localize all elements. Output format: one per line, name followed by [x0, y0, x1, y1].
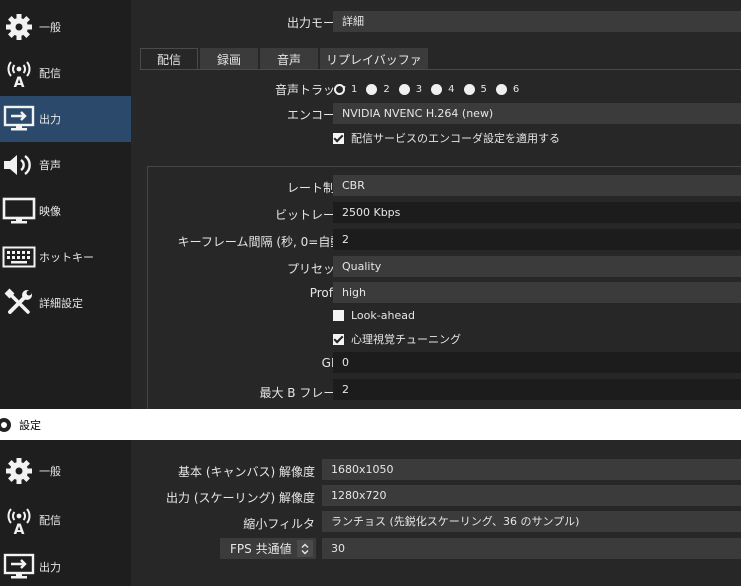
encoder-select[interactable]: NVIDIA NVENC H.264 (new) — [333, 103, 741, 124]
fps-type-label: FPS 共通値 — [230, 542, 292, 556]
sidebar-item-label: 出力 — [39, 113, 61, 126]
output-tabs: 配信 録画 音声 リプレイバッファ — [140, 48, 430, 70]
video-content: 基本 (キャンバス) 解像度 1680x1050 出力 (スケーリング) 解像度… — [133, 440, 741, 586]
obs-logo-icon — [0, 417, 11, 432]
output-settings-panel: 一般 A 配信 出力 音声 映像 ホットキー 詳細設定 出力モード 詳細 配信 … — [0, 0, 741, 409]
sidebar-item-general[interactable]: 一般 — [0, 4, 131, 50]
video-settings-panel: 一般 A 配信 出力 基本 (キャンバス) 解像度 1680x1050 出力 (… — [0, 440, 741, 586]
sidebar-item-general[interactable]: 一般 — [0, 448, 131, 494]
bitrate-spinbox[interactable]: 2500 Kbps — [333, 202, 741, 223]
tab-audio[interactable]: 音声 — [260, 48, 318, 70]
sidebar-item-label: 一般 — [39, 21, 61, 34]
sidebar-item-audio[interactable]: 音声 — [0, 142, 131, 188]
audio-track-4-radio[interactable]: 4 — [431, 83, 455, 95]
tab-divider — [140, 69, 741, 70]
keyboard-icon — [0, 237, 38, 277]
sidebar-item-output[interactable]: 出力 — [0, 544, 131, 586]
fps-type-select[interactable]: FPS 共通値 — [220, 538, 316, 559]
updown-arrows-icon — [297, 540, 313, 557]
sidebar-item-label: ホットキー — [39, 251, 94, 264]
sidebar-item-video[interactable]: 映像 — [0, 188, 131, 234]
fps-value-select[interactable]: 30 — [322, 538, 741, 559]
look-ahead-checkbox[interactable]: Look-ahead — [333, 309, 415, 322]
max-b-frames-spinbox[interactable]: 2 — [333, 379, 741, 400]
sidebar-item-advanced[interactable]: 詳細設定 — [0, 280, 131, 326]
window-title: 設定 — [19, 418, 41, 432]
downscale-filter-select[interactable]: ランチョス (先鋭化スケーリング、36 のサンプル) — [322, 511, 741, 532]
output-resolution-label: 出力 (スケーリング) 解像度 — [166, 491, 315, 505]
apply-service-settings-checkbox[interactable]: 配信サービスのエンコーダ設定を適用する — [333, 130, 560, 146]
svg-text:A: A — [14, 522, 25, 536]
monitor-icon — [0, 191, 38, 231]
audio-track-1-radio[interactable]: 1 — [334, 83, 357, 95]
window-title-bar: 設定 — [0, 409, 741, 440]
output-content: 出力モード 詳細 配信 録画 音声 リプレイバッファ 音声トラック 1 2 3 … — [133, 0, 741, 409]
gear-icon — [0, 7, 38, 47]
tools-icon — [0, 283, 38, 323]
base-resolution-select[interactable]: 1680x1050 — [322, 459, 741, 480]
gear-icon — [0, 451, 38, 491]
gpu-spinbox[interactable]: 0 — [333, 352, 741, 373]
speaker-icon — [0, 145, 38, 185]
broadcast-icon: A — [0, 53, 38, 93]
sidebar-item-label: 配信 — [39, 67, 61, 80]
checkbox-box — [333, 333, 344, 345]
keyframe-interval-label: キーフレーム間隔 (秒, 0=自動) — [177, 235, 347, 249]
rate-control-select[interactable]: CBR — [333, 175, 741, 196]
audio-track-6-radio[interactable]: 6 — [495, 83, 519, 95]
sidebar-item-label: 詳細設定 — [39, 297, 83, 310]
sidebar-item-label: 一般 — [39, 465, 61, 478]
sidebar-item-label: 映像 — [39, 205, 61, 218]
audio-track-3-radio[interactable]: 3 — [398, 83, 422, 95]
svg-text:A: A — [14, 75, 25, 89]
downscale-filter-label: 縮小フィルタ — [243, 517, 315, 531]
output-mode-select[interactable]: 詳細 — [333, 11, 741, 32]
sidebar-item-stream[interactable]: A 配信 — [0, 50, 131, 96]
tab-replay-buffer[interactable]: リプレイバッファ — [320, 48, 428, 70]
psycho-visual-tuning-checkbox[interactable]: 心理視覚チューニング — [333, 331, 461, 347]
profile-select[interactable]: high — [333, 282, 741, 303]
sidebar-item-output[interactable]: 出力 — [0, 96, 131, 142]
checkbox-box — [333, 132, 344, 144]
sidebar-item-label: 配信 — [39, 514, 61, 527]
keyframe-interval-spinbox[interactable]: 2 — [333, 229, 741, 250]
output-monitor-icon — [0, 99, 38, 139]
output-resolution-select[interactable]: 1280x720 — [322, 485, 741, 506]
settings-sidebar: 一般 A 配信 出力 — [0, 440, 131, 586]
sidebar-item-hotkeys[interactable]: ホットキー — [0, 234, 131, 280]
sidebar-item-stream[interactable]: A 配信 — [0, 497, 131, 543]
sidebar-item-label: 音声 — [39, 159, 61, 172]
checkbox-box — [333, 310, 344, 321]
sidebar-item-label: 出力 — [39, 561, 61, 574]
settings-sidebar: 一般 A 配信 出力 音声 映像 ホットキー 詳細設定 — [0, 0, 131, 409]
base-resolution-label: 基本 (キャンバス) 解像度 — [178, 465, 315, 479]
audio-track-5-radio[interactable]: 5 — [463, 83, 487, 95]
audio-track-2-radio[interactable]: 2 — [366, 83, 390, 95]
audio-track-radios: 1 2 3 4 5 6 — [334, 82, 528, 96]
output-monitor-icon — [0, 547, 38, 586]
tab-recording[interactable]: 録画 — [200, 48, 258, 70]
tab-stream[interactable]: 配信 — [140, 48, 198, 70]
broadcast-icon: A — [0, 500, 38, 540]
preset-select[interactable]: Quality — [333, 256, 741, 277]
